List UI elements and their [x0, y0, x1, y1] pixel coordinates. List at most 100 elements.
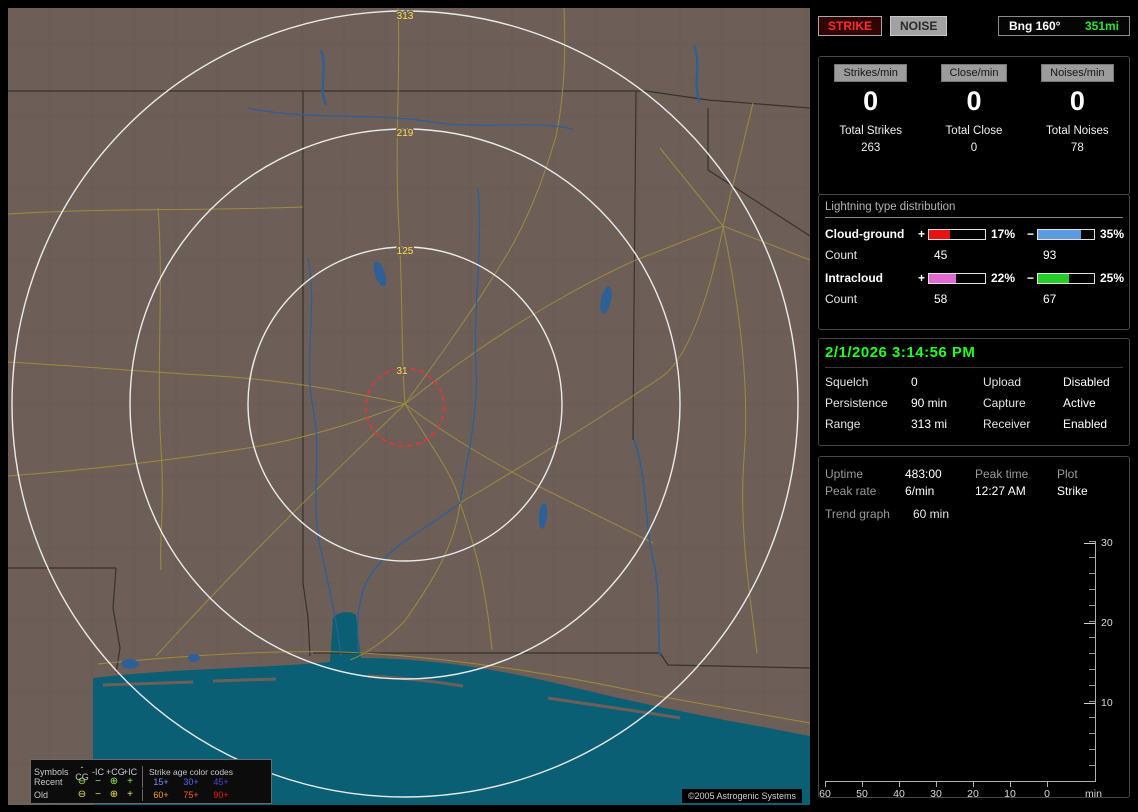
x-tick — [862, 782, 863, 787]
x-tick — [1010, 782, 1011, 787]
ic-negative-bar — [1037, 272, 1095, 284]
pos-ic-old-symbol: + — [127, 788, 133, 800]
persistence-label: Persistence — [825, 396, 888, 410]
squelch-label: Squelch — [825, 375, 869, 389]
close-per-min-button[interactable]: Close/min — [940, 64, 1008, 82]
capture-label: Capture — [983, 396, 1026, 410]
ic-positive-percent: 22% — [991, 271, 1016, 285]
trend-graph-interval: 60 min — [913, 507, 950, 521]
age-code-30: 30+ — [183, 776, 199, 787]
pos-ic-recent-symbol: + — [127, 775, 133, 787]
pos-cg-recent-symbol: ⊕ — [109, 775, 119, 787]
x-tick-label-0: 0 — [1044, 788, 1050, 800]
neg-cg-old-symbol: ⊖ — [77, 788, 87, 800]
noises-per-min-button[interactable]: Noises/min — [1041, 64, 1114, 82]
plus-sign: + — [917, 271, 925, 285]
minus-sign: − — [1026, 271, 1034, 285]
ring-label-125: 125 — [397, 246, 414, 257]
neg-cg-recent-symbol: ⊖ — [77, 775, 87, 787]
intracloud-count-row: Count 58 67 — [825, 292, 1123, 306]
age-code-60: 60+ — [153, 789, 169, 800]
y-axis — [1095, 541, 1096, 782]
range-value: 313 mi — [911, 417, 948, 431]
y-axis-tick-30 — [1084, 543, 1095, 544]
minus-sign: − — [1026, 227, 1034, 241]
copyright-notice: ©2005 Astrogenic Systems — [681, 789, 802, 803]
peak-time-label: Peak time — [975, 467, 1029, 481]
count-label: Count — [825, 292, 858, 306]
age-code-45: 45+ — [213, 776, 229, 787]
map-legend: Symbols -CG -IC +CG +IC Strike age color… — [30, 759, 272, 804]
cg-positive-bar — [928, 228, 986, 240]
upload-label: Upload — [983, 375, 1022, 389]
cg-positive-bar-fill — [929, 229, 950, 239]
capture-status: Active — [1063, 396, 1096, 410]
plot-value: Strike — [1057, 484, 1088, 498]
receiver-status: 2/1/2026 3:14:56 PM Squelch 0 Upload Dis… — [818, 338, 1130, 446]
age-code-15: 15+ — [153, 776, 169, 787]
cg-positive-percent: 17% — [991, 227, 1016, 241]
y-tick-label-20: 20 — [1101, 617, 1113, 629]
persistence-row: Persistence 90 min Capture Active — [825, 396, 1123, 410]
bearing-readout: Bng 160° 351mi — [998, 16, 1130, 36]
bearing-range-value: 351mi — [1084, 19, 1119, 33]
squelch-row: Squelch 0 Upload Disabled — [825, 375, 1123, 389]
peak-rate-label: Peak rate — [825, 484, 877, 498]
x-axis — [825, 781, 1096, 782]
total-strikes-value: 263 — [861, 142, 881, 154]
legend-separator — [141, 775, 143, 788]
legend-symbols-header: Symbols — [34, 767, 69, 777]
strike-map[interactable]: 313 219 125 31 Symbols -CG -IC +CG +IC S… — [8, 8, 810, 805]
x-tick-label-10: 10 — [1004, 788, 1016, 800]
x-tick — [973, 782, 974, 787]
receiver-status-value: Enabled — [1063, 417, 1108, 431]
x-tick-label-60: 60 — [819, 788, 831, 800]
nexstorm-window: 313 219 125 31 Symbols -CG -IC +CG +IC S… — [0, 0, 1138, 812]
plot-label: Plot — [1057, 467, 1078, 481]
total-close-label: Total Close — [945, 125, 1003, 137]
ring-label-31: 31 — [396, 366, 408, 377]
cg-negative-bar-fill — [1038, 229, 1082, 239]
bearing-value: Bng 160° — [1009, 19, 1061, 33]
trend-graph: 30 20 10 60 50 40 30 20 10 0 min — [819, 537, 1129, 800]
cg-negative-percent: 35% — [1100, 227, 1125, 241]
noise-mode-button[interactable]: NOISE — [890, 16, 948, 36]
current-datetime: 2/1/2026 3:14:56 PM — [825, 344, 1123, 368]
y-tick-label-10: 10 — [1101, 697, 1113, 709]
y-axis-tick-20 — [1084, 623, 1095, 624]
x-tick-label-20: 20 — [967, 788, 979, 800]
age-code-90: 90+ — [213, 789, 229, 800]
cloud-ground-row: Cloud-ground + 17% − 35% — [825, 227, 1124, 241]
ic-negative-percent: 25% — [1100, 271, 1125, 285]
legend-recent-row: Recent ⊖ − ⊕ + 15+ 30+ 45+ — [34, 775, 268, 788]
strikes-per-min-button[interactable]: Strikes/min — [834, 64, 907, 82]
trend-graph-row: Trend graph 60 min — [825, 507, 1123, 521]
lightning-type-distribution: Lightning type distribution Cloud-ground… — [818, 194, 1130, 330]
uptime-value: 483:00 — [905, 467, 942, 481]
rate-counters: Strikes/min 0 Total Strikes 263 Close/mi… — [818, 56, 1130, 195]
strike-mode-button[interactable]: STRIKE — [818, 16, 883, 36]
intracloud-row: Intracloud + 22% − 25% — [825, 271, 1124, 285]
ring-label-219: 219 — [397, 128, 414, 139]
range-label: Range — [825, 417, 861, 431]
ring-label-313: 313 — [397, 11, 414, 22]
total-close-value: 0 — [970, 142, 978, 154]
legend-old-row: Old ⊖ − ⊕ + 60+ 75+ 90+ — [34, 788, 268, 801]
ic-negative-bar-fill — [1038, 273, 1069, 283]
total-noises-value: 78 — [1070, 142, 1084, 154]
control-panel: STRIKE NOISE Bng 160° 351mi Strikes/min … — [816, 0, 1134, 812]
x-tick — [1047, 782, 1048, 787]
x-tick — [899, 782, 900, 787]
ic-positive-bar-fill — [929, 273, 957, 283]
plus-sign: + — [917, 227, 925, 241]
squelch-value: 0 — [911, 375, 918, 389]
cg-negative-count: 93 — [1043, 248, 1057, 262]
x-tick-label-40: 40 — [893, 788, 905, 800]
total-strikes-label: Total Strikes — [839, 125, 902, 137]
map-canvas: 313 219 125 31 — [8, 8, 810, 805]
pos-cg-old-symbol: ⊕ — [109, 788, 119, 800]
close-counter: Close/min 0 Total Close 0 — [922, 64, 1025, 194]
peak-rate-value: 6/min — [905, 484, 935, 498]
ic-negative-count: 67 — [1043, 292, 1057, 306]
ic-positive-count: 58 — [934, 292, 948, 306]
